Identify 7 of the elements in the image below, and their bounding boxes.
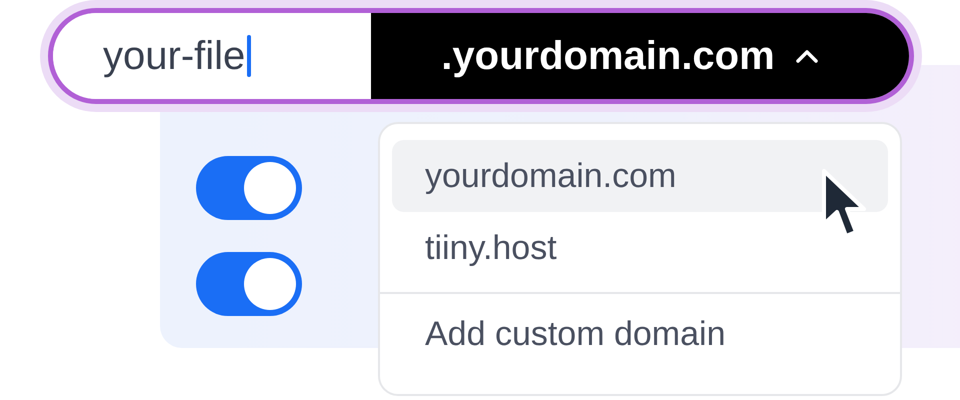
menu-item[interactable]: yourdomain.com [392,140,888,212]
filename-field[interactable]: your-file [53,13,371,99]
filename-text: your-file [103,34,246,78]
chevron-icon [794,49,819,63]
menu-item[interactable]: tiiny.host [392,212,888,284]
domain-select[interactable]: .yourdomain.com [371,13,909,99]
menu-item[interactable]: Add custom domain [392,294,888,374]
